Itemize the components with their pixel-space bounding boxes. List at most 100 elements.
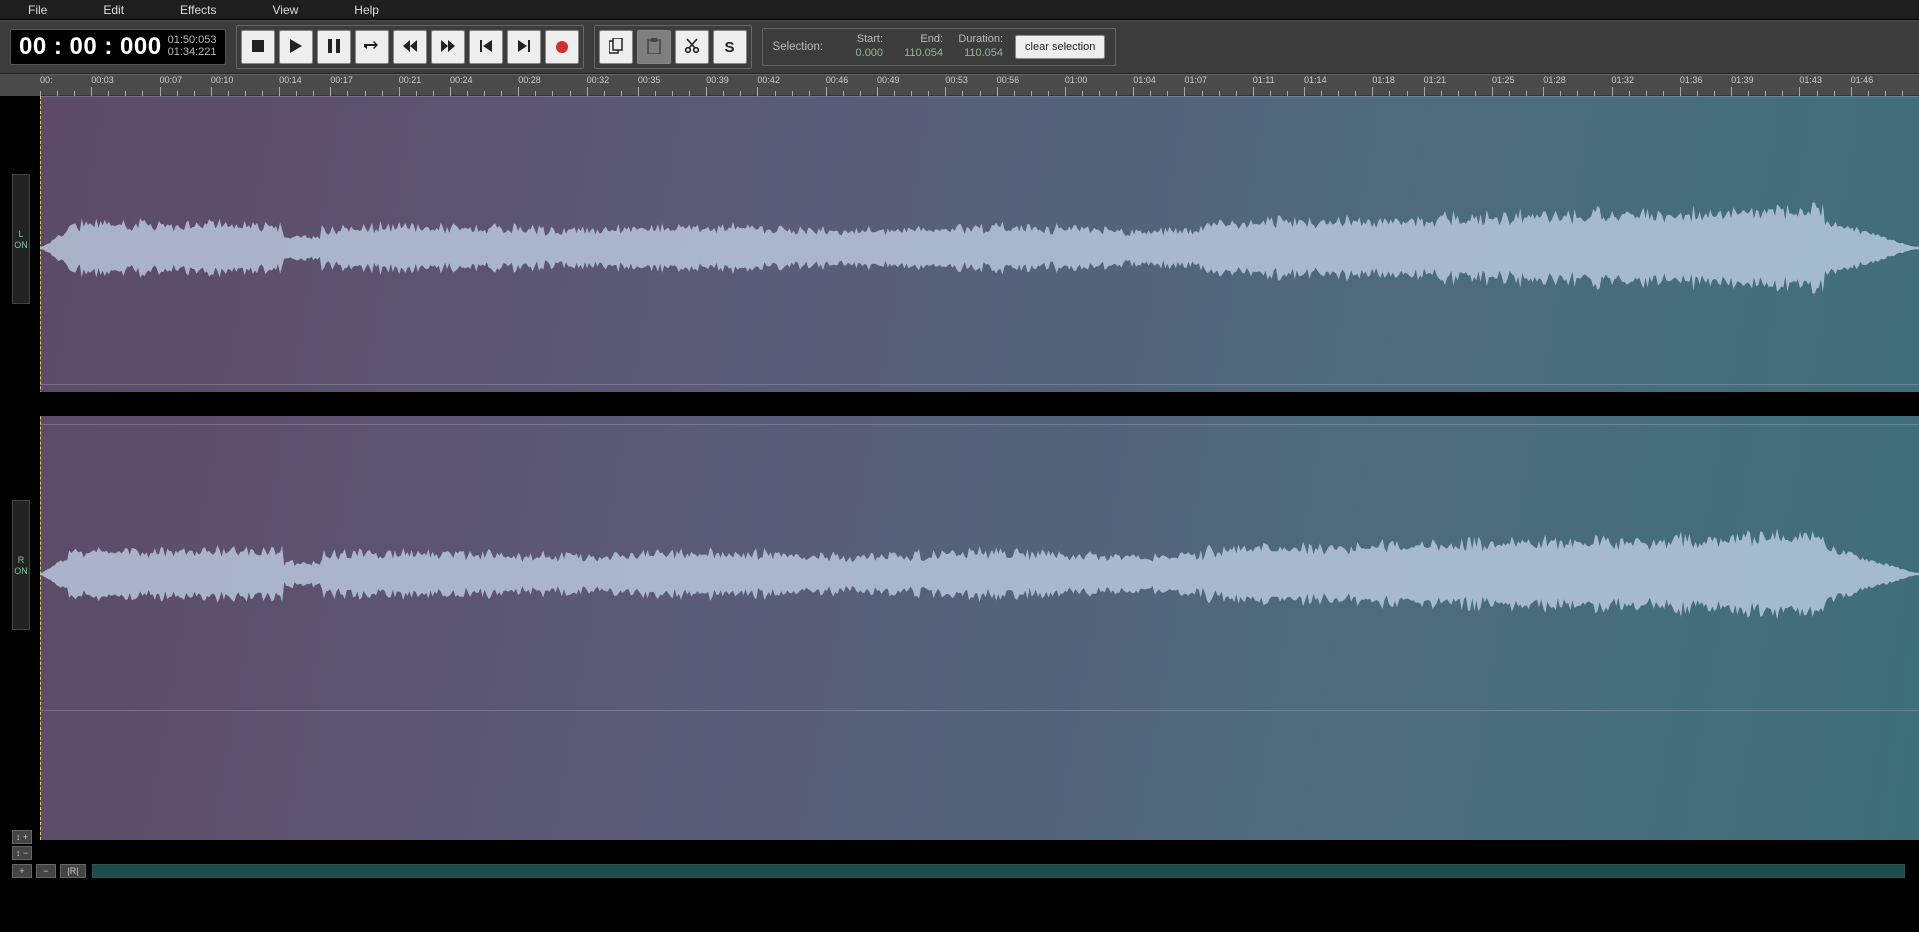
selection-label: Selection: xyxy=(773,41,824,53)
ruler-label: 01:36 xyxy=(1680,75,1703,85)
transport-panel xyxy=(236,25,584,69)
menu-help[interactable]: Help xyxy=(326,3,407,17)
skip-start-button[interactable] xyxy=(469,30,503,64)
toolbar: 00 : 00 : 000 01:50:053 01:34:221 S Sele… xyxy=(0,20,1919,74)
forward-icon xyxy=(441,39,455,55)
vzoom-in-button[interactable]: ↕ + xyxy=(12,830,32,844)
channel-left-label[interactable]: L ON xyxy=(12,174,30,304)
menu-edit[interactable]: Edit xyxy=(75,3,152,17)
selection-start: Start: 0.000 xyxy=(835,33,883,61)
time-position: 00 : 00 : 000 xyxy=(19,33,162,61)
ruler-label: 01:18 xyxy=(1372,75,1395,85)
ruler-gutter xyxy=(0,74,40,96)
scrollbar-thumb[interactable] xyxy=(93,865,1904,877)
ruler-label: 01:25 xyxy=(1492,75,1515,85)
ruler-label: 00:32 xyxy=(587,75,610,85)
ruler-label: 00:35 xyxy=(638,75,661,85)
ruler-label: 01:04 xyxy=(1133,75,1156,85)
cut-button[interactable] xyxy=(675,30,709,64)
ruler-label: 01:46 xyxy=(1851,75,1874,85)
time-display: 00 : 00 : 000 01:50:053 01:34:221 xyxy=(10,29,226,65)
rewind-button[interactable] xyxy=(393,30,427,64)
selection-duration: Duration: 110.054 xyxy=(955,33,1003,61)
skip-end-button[interactable] xyxy=(507,30,541,64)
paste-icon xyxy=(647,38,661,57)
menu-bar: File Edit Effects View Help xyxy=(0,0,1919,20)
selection-dur-hdr: Duration: xyxy=(958,33,1003,47)
ruler-label: 00:49 xyxy=(877,75,900,85)
ruler-label: 01:00 xyxy=(1065,75,1088,85)
vzoom-out-button[interactable]: ↕ − xyxy=(12,846,32,860)
ruler-label: 00:56 xyxy=(997,75,1020,85)
ruler-label: 00:24 xyxy=(450,75,473,85)
tracks-area[interactable] xyxy=(40,96,1919,840)
ruler-label: 01:11 xyxy=(1253,75,1275,85)
ruler-label: 00:21 xyxy=(399,75,422,85)
track-gutter: L ON R ON xyxy=(0,96,40,900)
menu-file[interactable]: File xyxy=(0,3,75,17)
ruler-label: 01:21 xyxy=(1424,75,1447,85)
ruler-label: 00:07 xyxy=(160,75,183,85)
hzoom-controls: + − |R| xyxy=(12,864,86,878)
channel-right-on: ON xyxy=(14,566,28,576)
hzoom-in-button[interactable]: + xyxy=(12,864,32,878)
bottom-controls: ↕ + ↕ − + − |R| xyxy=(0,840,1919,900)
vzoom-controls: ↕ + ↕ − xyxy=(12,830,32,860)
selection-end-val: 110.054 xyxy=(904,47,943,61)
track-gap xyxy=(40,392,1919,416)
ruler-label: 00: xyxy=(40,75,53,85)
selection-start-hdr: Start: xyxy=(857,33,883,47)
copy-button[interactable] xyxy=(599,30,633,64)
hzoom-reset-button[interactable]: |R| xyxy=(60,864,86,878)
ruler-label: 00:03 xyxy=(91,75,114,85)
pause-button[interactable] xyxy=(317,30,351,64)
record-button[interactable] xyxy=(545,30,579,64)
horizontal-scrollbar[interactable] xyxy=(92,864,1905,878)
stop-button[interactable] xyxy=(241,30,275,64)
ruler-label: 01:14 xyxy=(1304,75,1327,85)
play-icon xyxy=(290,39,302,56)
selection-start-val: 0.000 xyxy=(856,47,884,61)
loop-icon xyxy=(364,39,380,55)
pause-icon xyxy=(328,39,340,56)
selection-end-hdr: End: xyxy=(920,33,943,47)
scissors-icon xyxy=(684,38,700,57)
channel-right-label[interactable]: R ON xyxy=(12,500,30,630)
clear-selection-button[interactable]: clear selection xyxy=(1015,35,1105,59)
channel-right-ch: R xyxy=(18,555,25,565)
ruler-label: 00:39 xyxy=(706,75,729,85)
skip-end-icon xyxy=(518,39,530,55)
paste-button[interactable] xyxy=(637,30,671,64)
ruler-label: 01:07 xyxy=(1184,75,1207,85)
hzoom-out-button[interactable]: − xyxy=(36,864,56,878)
selection-dur-val: 110.054 xyxy=(964,47,1003,61)
ruler-label: 00:53 xyxy=(945,75,968,85)
edit-panel: S xyxy=(594,25,752,69)
ruler-label: 00:42 xyxy=(757,75,780,85)
time-remaining: 01:34:221 xyxy=(168,47,217,59)
ruler-label: 00:14 xyxy=(279,75,302,85)
rewind-icon xyxy=(403,39,417,55)
ruler-label: 01:32 xyxy=(1612,75,1635,85)
selection-panel: Selection: Start: 0.000 End: 110.054 Dur… xyxy=(762,28,1117,66)
loop-button[interactable] xyxy=(355,30,389,64)
script-button[interactable]: S xyxy=(713,30,747,64)
workspace: L ON R ON ↕ + ↕ − + − |R| xyxy=(0,96,1919,900)
timeline-ruler-row: 00: 00:03 00:07 00:10 00:14 00:17 00:21 00:24 0… xyxy=(0,74,1919,96)
menu-effects[interactable]: Effects xyxy=(152,3,244,17)
ruler-label: 00:17 xyxy=(330,75,353,85)
ruler-label: 01:43 xyxy=(1799,75,1822,85)
ruler-label: 00:28 xyxy=(518,75,541,85)
ruler-label: 01:39 xyxy=(1731,75,1754,85)
menu-view[interactable]: View xyxy=(245,3,327,17)
ruler-label: 00:10 xyxy=(211,75,234,85)
record-icon xyxy=(556,41,568,53)
play-button[interactable] xyxy=(279,30,313,64)
time-meta: 01:50:053 01:34:221 xyxy=(168,35,217,58)
timeline-ruler[interactable]: 00: 00:03 00:07 00:10 00:14 00:17 00:21 00:24 0… xyxy=(40,74,1919,96)
waveform-left[interactable] xyxy=(40,188,1919,308)
forward-button[interactable] xyxy=(431,30,465,64)
waveform-right[interactable] xyxy=(40,514,1919,634)
stop-icon xyxy=(252,39,264,55)
channel-left-on: ON xyxy=(14,240,28,250)
